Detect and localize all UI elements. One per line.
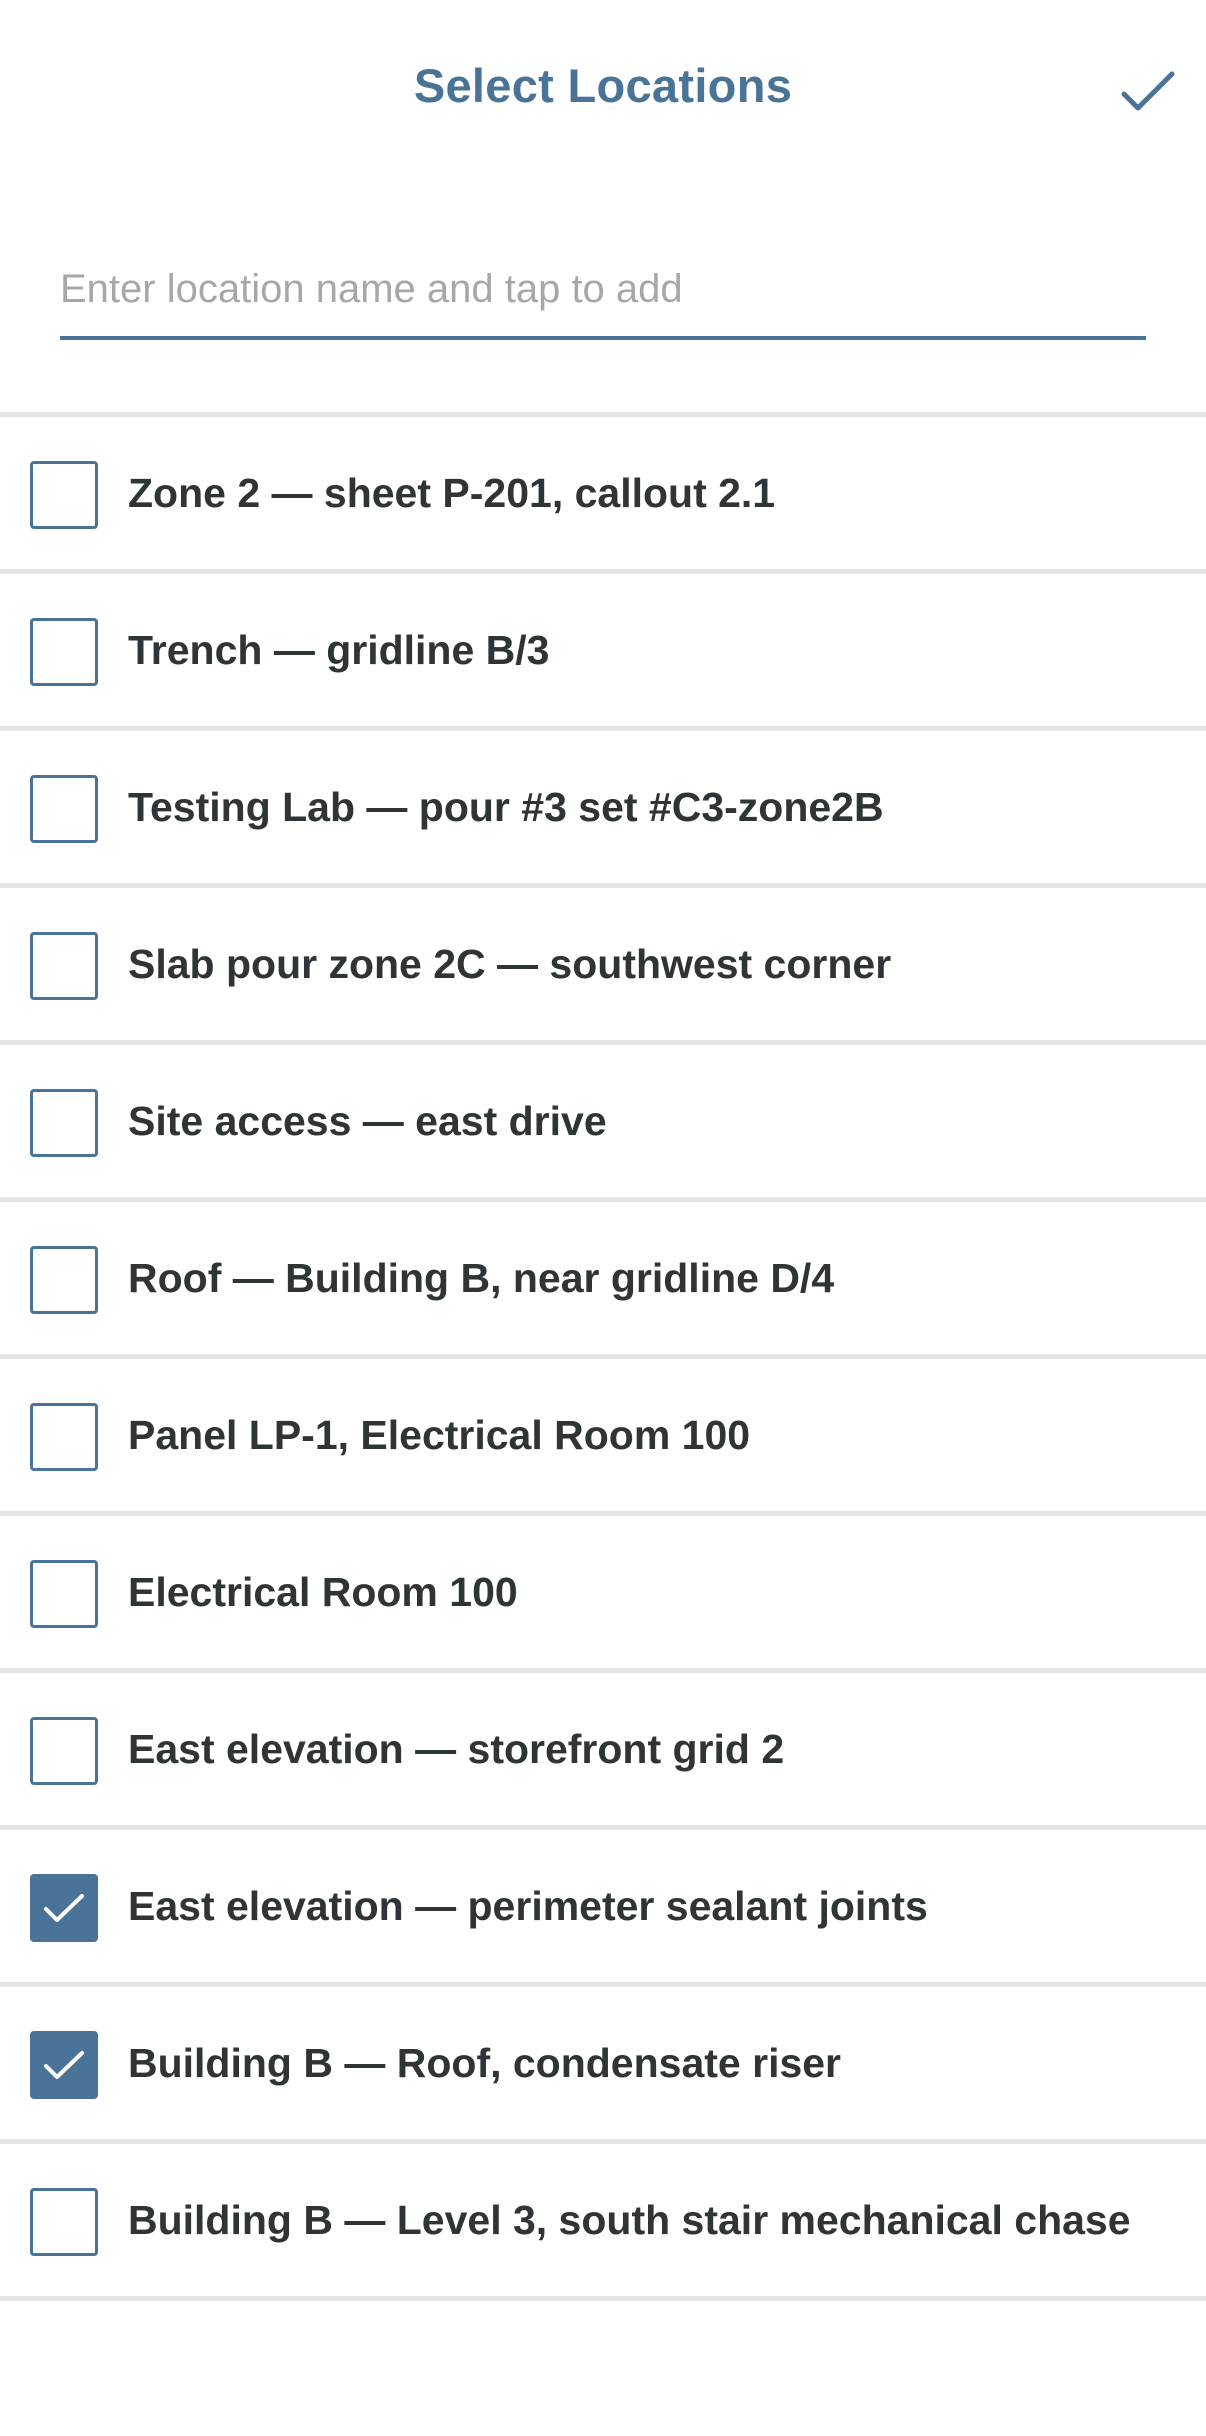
location-row[interactable]: East elevation — storefront grid 2 [0,1673,1206,1830]
location-row[interactable]: Roof — Building B, near gridline D/4 [0,1202,1206,1359]
location-checkbox[interactable] [30,1089,98,1157]
location-label: Electrical Room 100 [128,1569,518,1615]
location-label: Slab pour zone 2C — southwest corner [128,941,892,987]
location-row[interactable]: Testing Lab — pour #3 set #C3-zone2B [0,731,1206,888]
location-checkbox[interactable] [30,1717,98,1785]
location-label: East elevation — storefront grid 2 [128,1726,785,1772]
location-row[interactable]: Slab pour zone 2C — southwest corner [0,888,1206,1045]
checkmark-icon [1121,71,1175,111]
header-bar: Select Locations [0,0,1206,186]
location-label: Site access — east drive [128,1098,607,1144]
location-list: Zone 2 — sheet P-201, callout 2.1 Trench… [0,412,1206,2301]
location-row[interactable]: East elevation — perimeter sealant joint… [0,1830,1206,1987]
location-label: Building B — Level 3, south stair mechan… [128,2197,1131,2243]
location-row[interactable]: Electrical Room 100 [0,1516,1206,1673]
location-row[interactable]: Zone 2 — sheet P-201, callout 2.1 [0,417,1206,574]
location-checkbox[interactable] [30,932,98,1000]
location-checkbox[interactable] [30,461,98,529]
location-checkbox[interactable] [30,775,98,843]
done-button[interactable] [1116,60,1180,124]
page-title: Select Locations [413,59,793,112]
location-row[interactable]: Trench — gridline B/3 [0,574,1206,731]
location-checkbox[interactable] [30,1874,98,1942]
location-row[interactable]: Site access — east drive [0,1045,1206,1202]
location-checkbox[interactable] [30,2031,98,2099]
location-row[interactable]: Panel LP-1, Electrical Room 100 [0,1359,1206,1516]
location-name-input[interactable] [60,246,1146,332]
location-row[interactable]: Building B — Level 3, south stair mechan… [0,2144,1206,2301]
location-label: Building B — Roof, condensate riser [128,2040,842,2086]
location-label: Roof — Building B, near gridline D/4 [128,1255,835,1301]
location-checkbox[interactable] [30,2188,98,2256]
location-label: East elevation — perimeter sealant joint… [128,1883,928,1929]
location-checkbox[interactable] [30,1560,98,1628]
location-label: Zone 2 — sheet P-201, callout 2.1 [128,470,776,516]
location-row[interactable]: Building B — Roof, condensate riser [0,1987,1206,2144]
checkmark-icon [44,2051,84,2079]
location-label: Testing Lab — pour #3 set #C3-zone2B [128,784,884,830]
location-checkbox[interactable] [30,1246,98,1314]
location-checkbox[interactable] [30,1403,98,1471]
location-label: Trench — gridline B/3 [128,627,550,673]
location-checkbox[interactable] [30,618,98,686]
checkmark-icon [44,1894,84,1922]
location-search-field [60,246,1146,340]
location-label: Panel LP-1, Electrical Room 100 [128,1412,751,1458]
